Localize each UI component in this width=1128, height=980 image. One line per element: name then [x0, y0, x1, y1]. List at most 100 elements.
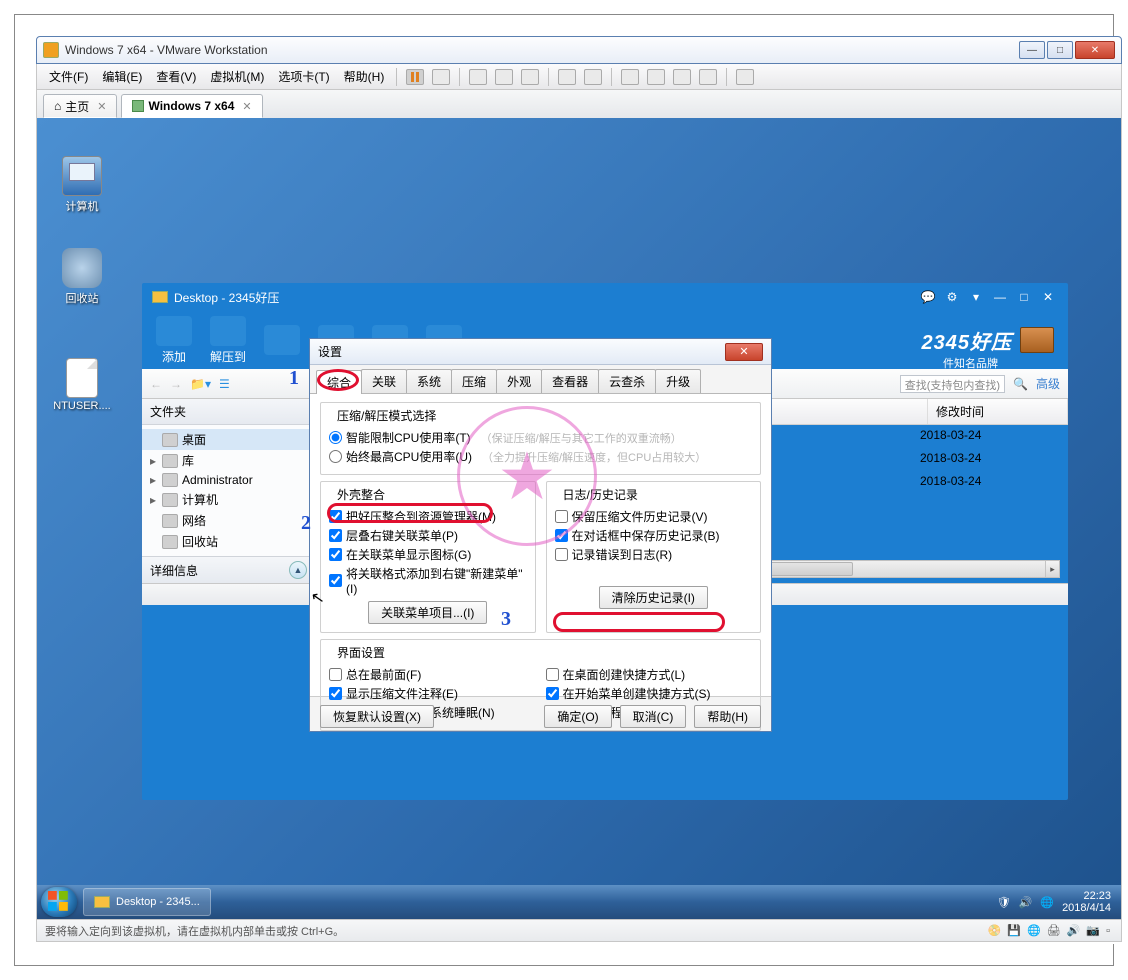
menu-file[interactable]: 文件(F) — [43, 65, 94, 88]
status-device-icon[interactable]: 🖨 — [1047, 924, 1061, 937]
tree-item-library[interactable]: ▸库 — [142, 450, 315, 471]
tab-upgrade[interactable]: 升级 — [655, 369, 701, 393]
cancel-button[interactable]: 取消(C) — [620, 705, 687, 728]
maximize-button[interactable]: □ — [1047, 41, 1073, 59]
menu-edit[interactable]: 编辑(E) — [96, 65, 148, 88]
expand-icon[interactable]: ▲ — [289, 561, 307, 579]
check-cascade-context[interactable] — [329, 529, 342, 542]
status-device-icon[interactable]: 📷 — [1086, 924, 1100, 937]
tree-item-desktop[interactable]: 桌面 — [142, 429, 315, 450]
tab-close-icon[interactable]: ✕ — [97, 100, 106, 113]
tab-home[interactable]: ⌂ 主页 ✕ — [43, 94, 117, 118]
toolbar-icon[interactable] — [699, 69, 717, 85]
check-keep-history[interactable] — [555, 510, 568, 523]
close-button[interactable]: ✕ — [1075, 41, 1115, 59]
nav-fwd-icon[interactable]: → — [170, 377, 182, 391]
toolbar-icon[interactable] — [432, 69, 450, 85]
check-context-icons[interactable] — [329, 548, 342, 561]
vm-icon — [132, 100, 144, 112]
tray-icon[interactable]: 🌐 — [1040, 896, 1054, 909]
vm-desktop[interactable]: 计算机 回收站 NTUSER.... Desktop - 2345好压 💬 ⚙ … — [36, 118, 1122, 920]
start-button[interactable] — [41, 887, 77, 917]
radio-max-cpu[interactable] — [329, 450, 342, 463]
toolbar-extract[interactable]: 解压到 — [210, 316, 246, 365]
tab-assoc[interactable]: 关联 — [361, 369, 407, 393]
check-new-menu[interactable] — [329, 574, 342, 587]
tab-vm[interactable]: Windows 7 x64 ✕ — [121, 94, 262, 118]
clear-history-button[interactable]: 清除历史记录(I) — [599, 586, 708, 609]
col-mtime[interactable]: 修改时间 — [928, 399, 1068, 424]
toolbar-icon[interactable] — [495, 69, 513, 85]
toolbar-icon[interactable] — [558, 69, 576, 85]
taskbar-clock[interactable]: 22:23 2018/4/14 — [1062, 890, 1111, 914]
check-log-errors[interactable] — [555, 548, 568, 561]
tree-item-user[interactable]: ▸Administrator — [142, 471, 315, 489]
menu-view[interactable]: 查看(V) — [150, 65, 202, 88]
tab-system[interactable]: 系统 — [406, 369, 452, 393]
toolbar-icon[interactable] — [584, 69, 602, 85]
scroll-right-icon[interactable]: ▸ — [1045, 561, 1059, 577]
search-input[interactable]: 查找(支持包内查找) — [900, 375, 1005, 393]
ok-button[interactable]: 确定(O) — [544, 705, 611, 728]
minimize-button[interactable]: — — [1019, 41, 1045, 59]
menu-tabs[interactable]: 选项卡(T) — [272, 65, 335, 88]
taskbar-item-label: Desktop - 2345... — [116, 896, 200, 908]
menu-vm[interactable]: 虚拟机(M) — [204, 65, 270, 88]
check-startmenu-shortcut[interactable] — [546, 687, 559, 700]
toolbar-icon[interactable] — [647, 69, 665, 85]
menu-help[interactable]: 帮助(H) — [338, 65, 391, 88]
check-always-top[interactable] — [329, 668, 342, 681]
toolbar-icon[interactable] — [469, 69, 487, 85]
tab-cloudscan[interactable]: 云查杀 — [598, 369, 656, 393]
chat-icon[interactable]: 💬 — [918, 290, 938, 304]
radio-smart-cpu[interactable] — [329, 431, 342, 444]
tray-icon[interactable]: 🛡 — [997, 896, 1011, 909]
minimize-button[interactable]: — — [990, 290, 1010, 304]
win7-taskbar: Desktop - 2345... 🛡 🔊 🌐 22:23 2018/4/14 — [37, 885, 1121, 919]
status-device-icon[interactable]: 🔊 — [1067, 924, 1081, 937]
desktop-icon-recycle[interactable]: 回收站 — [47, 248, 117, 306]
check-show-comment[interactable] — [329, 687, 342, 700]
dialog-close-button[interactable]: ✕ — [725, 343, 763, 361]
gear-icon[interactable]: ⚙ — [942, 290, 962, 304]
close-button[interactable]: ✕ — [1038, 290, 1058, 304]
nav-back-icon[interactable]: ← — [150, 377, 162, 391]
details-header[interactable]: 详细信息 ▲ — [142, 556, 316, 583]
tree-item-network[interactable]: 网络 — [142, 510, 315, 531]
toolbar-icon[interactable] — [521, 69, 539, 85]
help-button[interactable]: 帮助(H) — [694, 705, 761, 728]
status-device-icon[interactable]: 💾 — [1007, 924, 1021, 937]
taskbar-item[interactable]: Desktop - 2345... — [83, 888, 211, 916]
toolbar-icon[interactable] — [621, 69, 639, 85]
tree-item-recycle[interactable]: 回收站 — [142, 531, 315, 552]
nav-list-icon[interactable]: ☰ — [219, 377, 230, 391]
user-icon — [162, 473, 178, 487]
status-device-icon[interactable]: ▫ — [1106, 925, 1110, 937]
search-advanced-link[interactable]: 高级 — [1036, 375, 1060, 392]
context-items-button[interactable]: 关联菜单项目...(I) — [368, 601, 487, 624]
desktop-icon-computer[interactable]: 计算机 — [47, 156, 117, 214]
check-explorer-integrate[interactable] — [329, 510, 342, 523]
toolbar-add[interactable]: 添加 — [156, 316, 192, 365]
toolbar-item[interactable] — [264, 325, 300, 355]
check-dialog-history[interactable] — [555, 529, 568, 542]
maximize-button[interactable]: □ — [1014, 290, 1034, 304]
toolbar-icon[interactable] — [736, 69, 754, 85]
tab-appearance[interactable]: 外观 — [496, 369, 542, 393]
tray-icon[interactable]: 🔊 — [1019, 896, 1033, 909]
status-device-icon[interactable]: 🌐 — [1027, 924, 1041, 937]
tab-compress[interactable]: 压缩 — [451, 369, 497, 393]
nav-fav-icon[interactable]: 📁▾ — [190, 377, 211, 391]
dropdown-icon[interactable]: ▾ — [966, 290, 986, 304]
search-icon[interactable]: 🔍 — [1013, 377, 1028, 391]
toolbar-icon[interactable] — [673, 69, 691, 85]
tab-close-icon[interactable]: ✕ — [242, 100, 251, 113]
restore-defaults-button[interactable]: 恢复默认设置(X) — [320, 705, 434, 728]
tab-viewer[interactable]: 查看器 — [541, 369, 599, 393]
pause-icon[interactable] — [406, 69, 424, 85]
tab-general[interactable]: 综合 — [316, 370, 362, 394]
check-desktop-shortcut[interactable] — [546, 668, 559, 681]
desktop-icon-file[interactable]: NTUSER.... — [47, 358, 117, 412]
tree-item-computer[interactable]: ▸计算机 — [142, 489, 315, 510]
status-device-icon[interactable]: 📀 — [988, 924, 1002, 937]
